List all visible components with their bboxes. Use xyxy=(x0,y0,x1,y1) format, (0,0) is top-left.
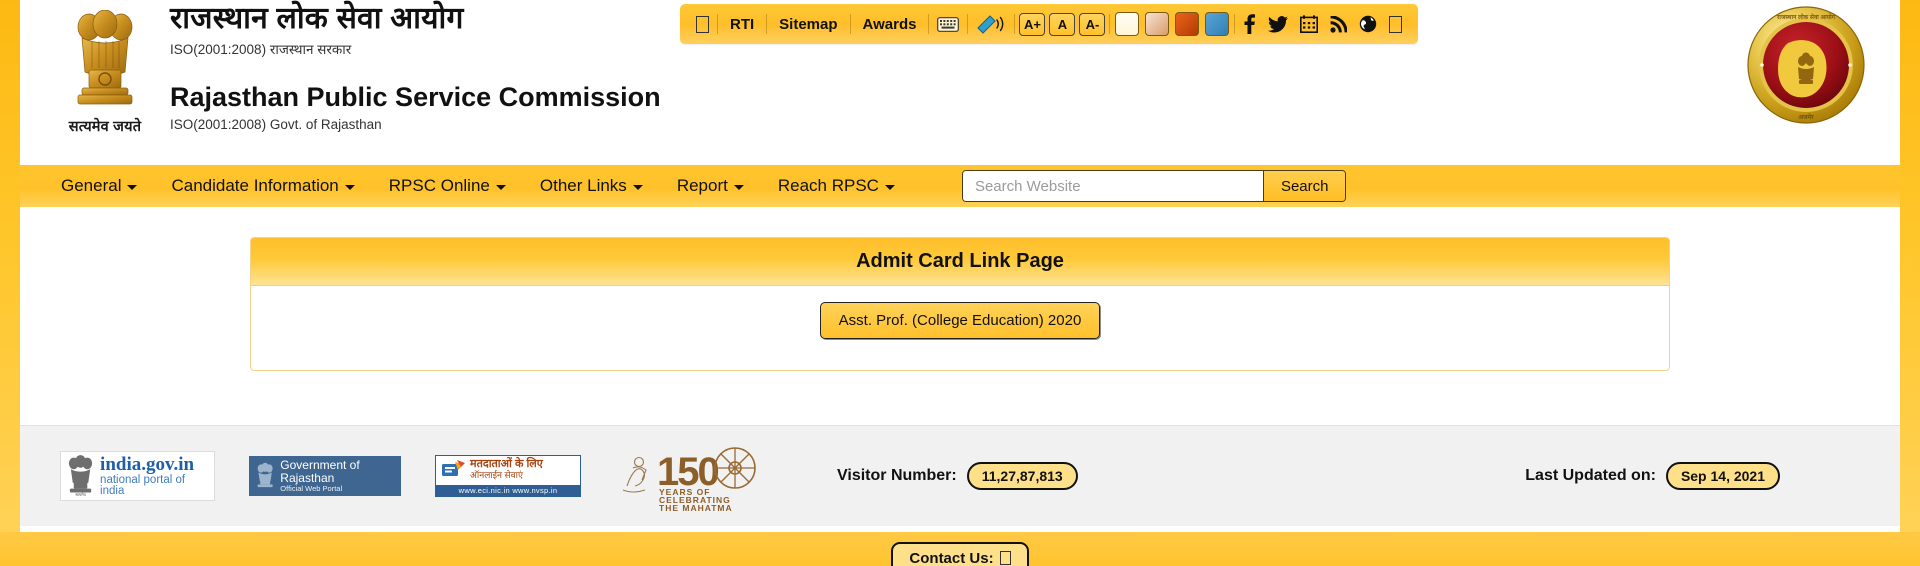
rss-icon[interactable] xyxy=(1324,15,1353,33)
divider xyxy=(928,14,930,34)
last-updated-badge: Sep 14, 2021 xyxy=(1665,462,1780,490)
nav-item-general[interactable]: General xyxy=(44,176,154,196)
nav-label: Report xyxy=(676,176,728,195)
nav-item-reach-rpsc[interactable]: Reach RPSC xyxy=(761,176,912,196)
site-titles: राजस्थान लोक सेवा आयोग ISO(2001:2008) रा… xyxy=(170,2,661,132)
logo-government-of-rajasthan[interactable]: Government of Rajasthan Official Web Por… xyxy=(249,456,401,496)
national-emblem: सत्यमेव जयते xyxy=(50,4,160,136)
main-content: Admit Card Link Page Asst. Prof. (Colleg… xyxy=(20,207,1900,425)
footer-logo-band: सत्यमेव india.gov.in national portal of … xyxy=(20,425,1900,526)
divider xyxy=(766,14,768,34)
unknown-glyph-icon[interactable] xyxy=(1389,15,1403,33)
globe-icon[interactable] xyxy=(1353,15,1383,33)
nav-label: General xyxy=(61,176,122,195)
chevron-down-icon xyxy=(344,185,355,190)
site-search: Search xyxy=(961,170,1347,202)
chevron-down-icon xyxy=(495,185,506,190)
chevron-down-icon xyxy=(733,185,744,190)
main-navigation: General Candidate Information RPSC Onlin… xyxy=(20,165,1900,207)
divider xyxy=(1109,14,1111,34)
visitor-count-badge: 11,27,87,813 xyxy=(966,462,1078,490)
keyboard-icon[interactable] xyxy=(931,16,965,32)
nav-label: Reach RPSC xyxy=(777,176,879,195)
subtitle-english: ISO(2001:2008) Govt. of Rajasthan xyxy=(170,116,382,132)
topbar-link-sitemap[interactable]: Sitemap xyxy=(769,16,847,33)
page-root: सत्यमेव जयते राजस्थान लोक सेवा आयोग ISO(… xyxy=(0,0,1920,566)
contact-bar: Contact Us: xyxy=(0,532,1920,566)
logo-india-line1: india.gov.in xyxy=(100,453,195,475)
nav-label: Other Links xyxy=(539,176,627,195)
eci-icon xyxy=(442,460,465,477)
visitor-counter: Visitor Number: 11,27,87,813 xyxy=(837,462,1078,490)
theme-swatch-red[interactable] xyxy=(1175,12,1200,36)
page-rail-left xyxy=(0,0,20,566)
logo-150-years-mahatma[interactable]: 150 YEARS OF CELEBRATING THE MAHATMA xyxy=(615,440,775,512)
title-hindi: राजस्थान लोक सेवा आयोग xyxy=(170,2,464,35)
divider xyxy=(1234,14,1236,34)
divider xyxy=(1014,14,1016,34)
admit-card-panel: Admit Card Link Page Asst. Prof. (Colleg… xyxy=(250,237,1670,371)
logo-india-line2: national portal of india xyxy=(100,473,186,497)
font-normal-button[interactable]: A xyxy=(1049,12,1076,36)
logo-eci-voter-services[interactable]: मतदाताओं के लिए ऑनलाईन सेवाएं www.eci.ni… xyxy=(435,455,581,497)
theme-swatch-blue[interactable] xyxy=(1205,12,1230,36)
chevron-down-icon xyxy=(127,185,138,190)
nav-label: Candidate Information xyxy=(171,176,339,195)
last-updated-label: Last Updated on: xyxy=(1525,467,1656,484)
twitter-icon[interactable] xyxy=(1262,15,1294,33)
nav-item-rpsc-online[interactable]: RPSC Online xyxy=(372,176,523,196)
topbar-link-awards[interactable]: Awards xyxy=(853,16,927,33)
screen-reader-icon[interactable] xyxy=(970,14,1012,34)
last-updated: Last Updated on: Sep 14, 2021 xyxy=(1525,462,1780,490)
nav-label: RPSC Online xyxy=(388,176,490,195)
phone-icon xyxy=(999,551,1011,565)
contact-us-label: Contact Us: xyxy=(909,549,994,566)
ashoka-pillar-icon xyxy=(68,10,142,114)
font-decrease-button[interactable]: A- xyxy=(1079,12,1106,36)
logo-150-line4: THE MAHATMA xyxy=(659,503,733,512)
rpsc-seal-logo: राजस्थान लोक सेवा आयोग अजमेर xyxy=(1746,4,1866,126)
page-rail-right xyxy=(1900,0,1920,566)
divider xyxy=(717,14,718,34)
logo-raj-line2: Official Web Portal xyxy=(280,484,343,494)
font-increase-button[interactable]: A+ xyxy=(1019,12,1046,36)
search-button[interactable]: Search xyxy=(1262,171,1346,201)
facebook-icon[interactable] xyxy=(1237,14,1262,34)
divider xyxy=(849,14,851,34)
svg-text:सत्यमेव: सत्यमेव xyxy=(75,492,86,497)
nav-item-report[interactable]: Report xyxy=(660,176,761,196)
logo-eci-line2: ऑनलाईन सेवाएं xyxy=(470,469,523,480)
panel-header: Admit Card Link Page xyxy=(251,238,1669,286)
ashoka-pillar-icon: सत्यमेव xyxy=(68,455,93,497)
title-english: Rajasthan Public Service Commission xyxy=(170,81,661,112)
page-content: सत्यमेव जयते राजस्थान लोक सेवा आयोग ISO(… xyxy=(20,0,1900,566)
theme-swatch-light[interactable] xyxy=(1115,12,1140,36)
svg-text:राजस्थान लोक सेवा आयोग: राजस्थान लोक सेवा आयोग xyxy=(1776,13,1836,21)
home-icon[interactable] xyxy=(696,15,709,33)
admit-card-link-asst-prof-2020[interactable]: Asst. Prof. (College Education) 2020 xyxy=(819,302,1101,339)
chevron-down-icon xyxy=(884,185,895,190)
logo-india-gov-in[interactable]: सत्यमेव india.gov.in national portal of … xyxy=(60,451,215,501)
panel-body: Asst. Prof. (College Education) 2020 xyxy=(251,286,1669,370)
raj-emblem-icon xyxy=(257,462,273,488)
page-title: Admit Card Link Page xyxy=(856,250,1064,272)
topbar-link-rti[interactable]: RTI xyxy=(720,16,764,33)
visitor-label: Visitor Number: xyxy=(837,467,957,484)
contact-us-button[interactable]: Contact Us: xyxy=(891,541,1029,566)
theme-swatch-tan[interactable] xyxy=(1145,12,1170,36)
divider xyxy=(967,14,969,34)
svg-text:अजमेर: अजमेर xyxy=(1798,113,1814,121)
logo-raj-line1: Government of Rajasthan xyxy=(280,457,360,485)
nav-item-other-links[interactable]: Other Links xyxy=(523,176,660,196)
site-header: सत्यमेव जयते राजस्थान लोक सेवा आयोग ISO(… xyxy=(20,0,1900,165)
logo-eci-line1: मतदाताओं के लिए xyxy=(470,458,543,470)
logo-eci-line3: www.eci.nic.in www.nvsp.in xyxy=(436,485,580,496)
search-input[interactable] xyxy=(962,171,1263,201)
utility-toolbar: RTI Sitemap Awards A+ A A- xyxy=(680,4,1419,44)
chevron-down-icon xyxy=(632,185,643,190)
emblem-caption: सत्यमेव जयते xyxy=(68,119,142,135)
calendar-icon[interactable] xyxy=(1294,15,1324,33)
nav-item-candidate-information[interactable]: Candidate Information xyxy=(154,176,371,196)
subtitle-hindi: ISO(2001:2008) राजस्थान सरकार xyxy=(170,41,352,57)
